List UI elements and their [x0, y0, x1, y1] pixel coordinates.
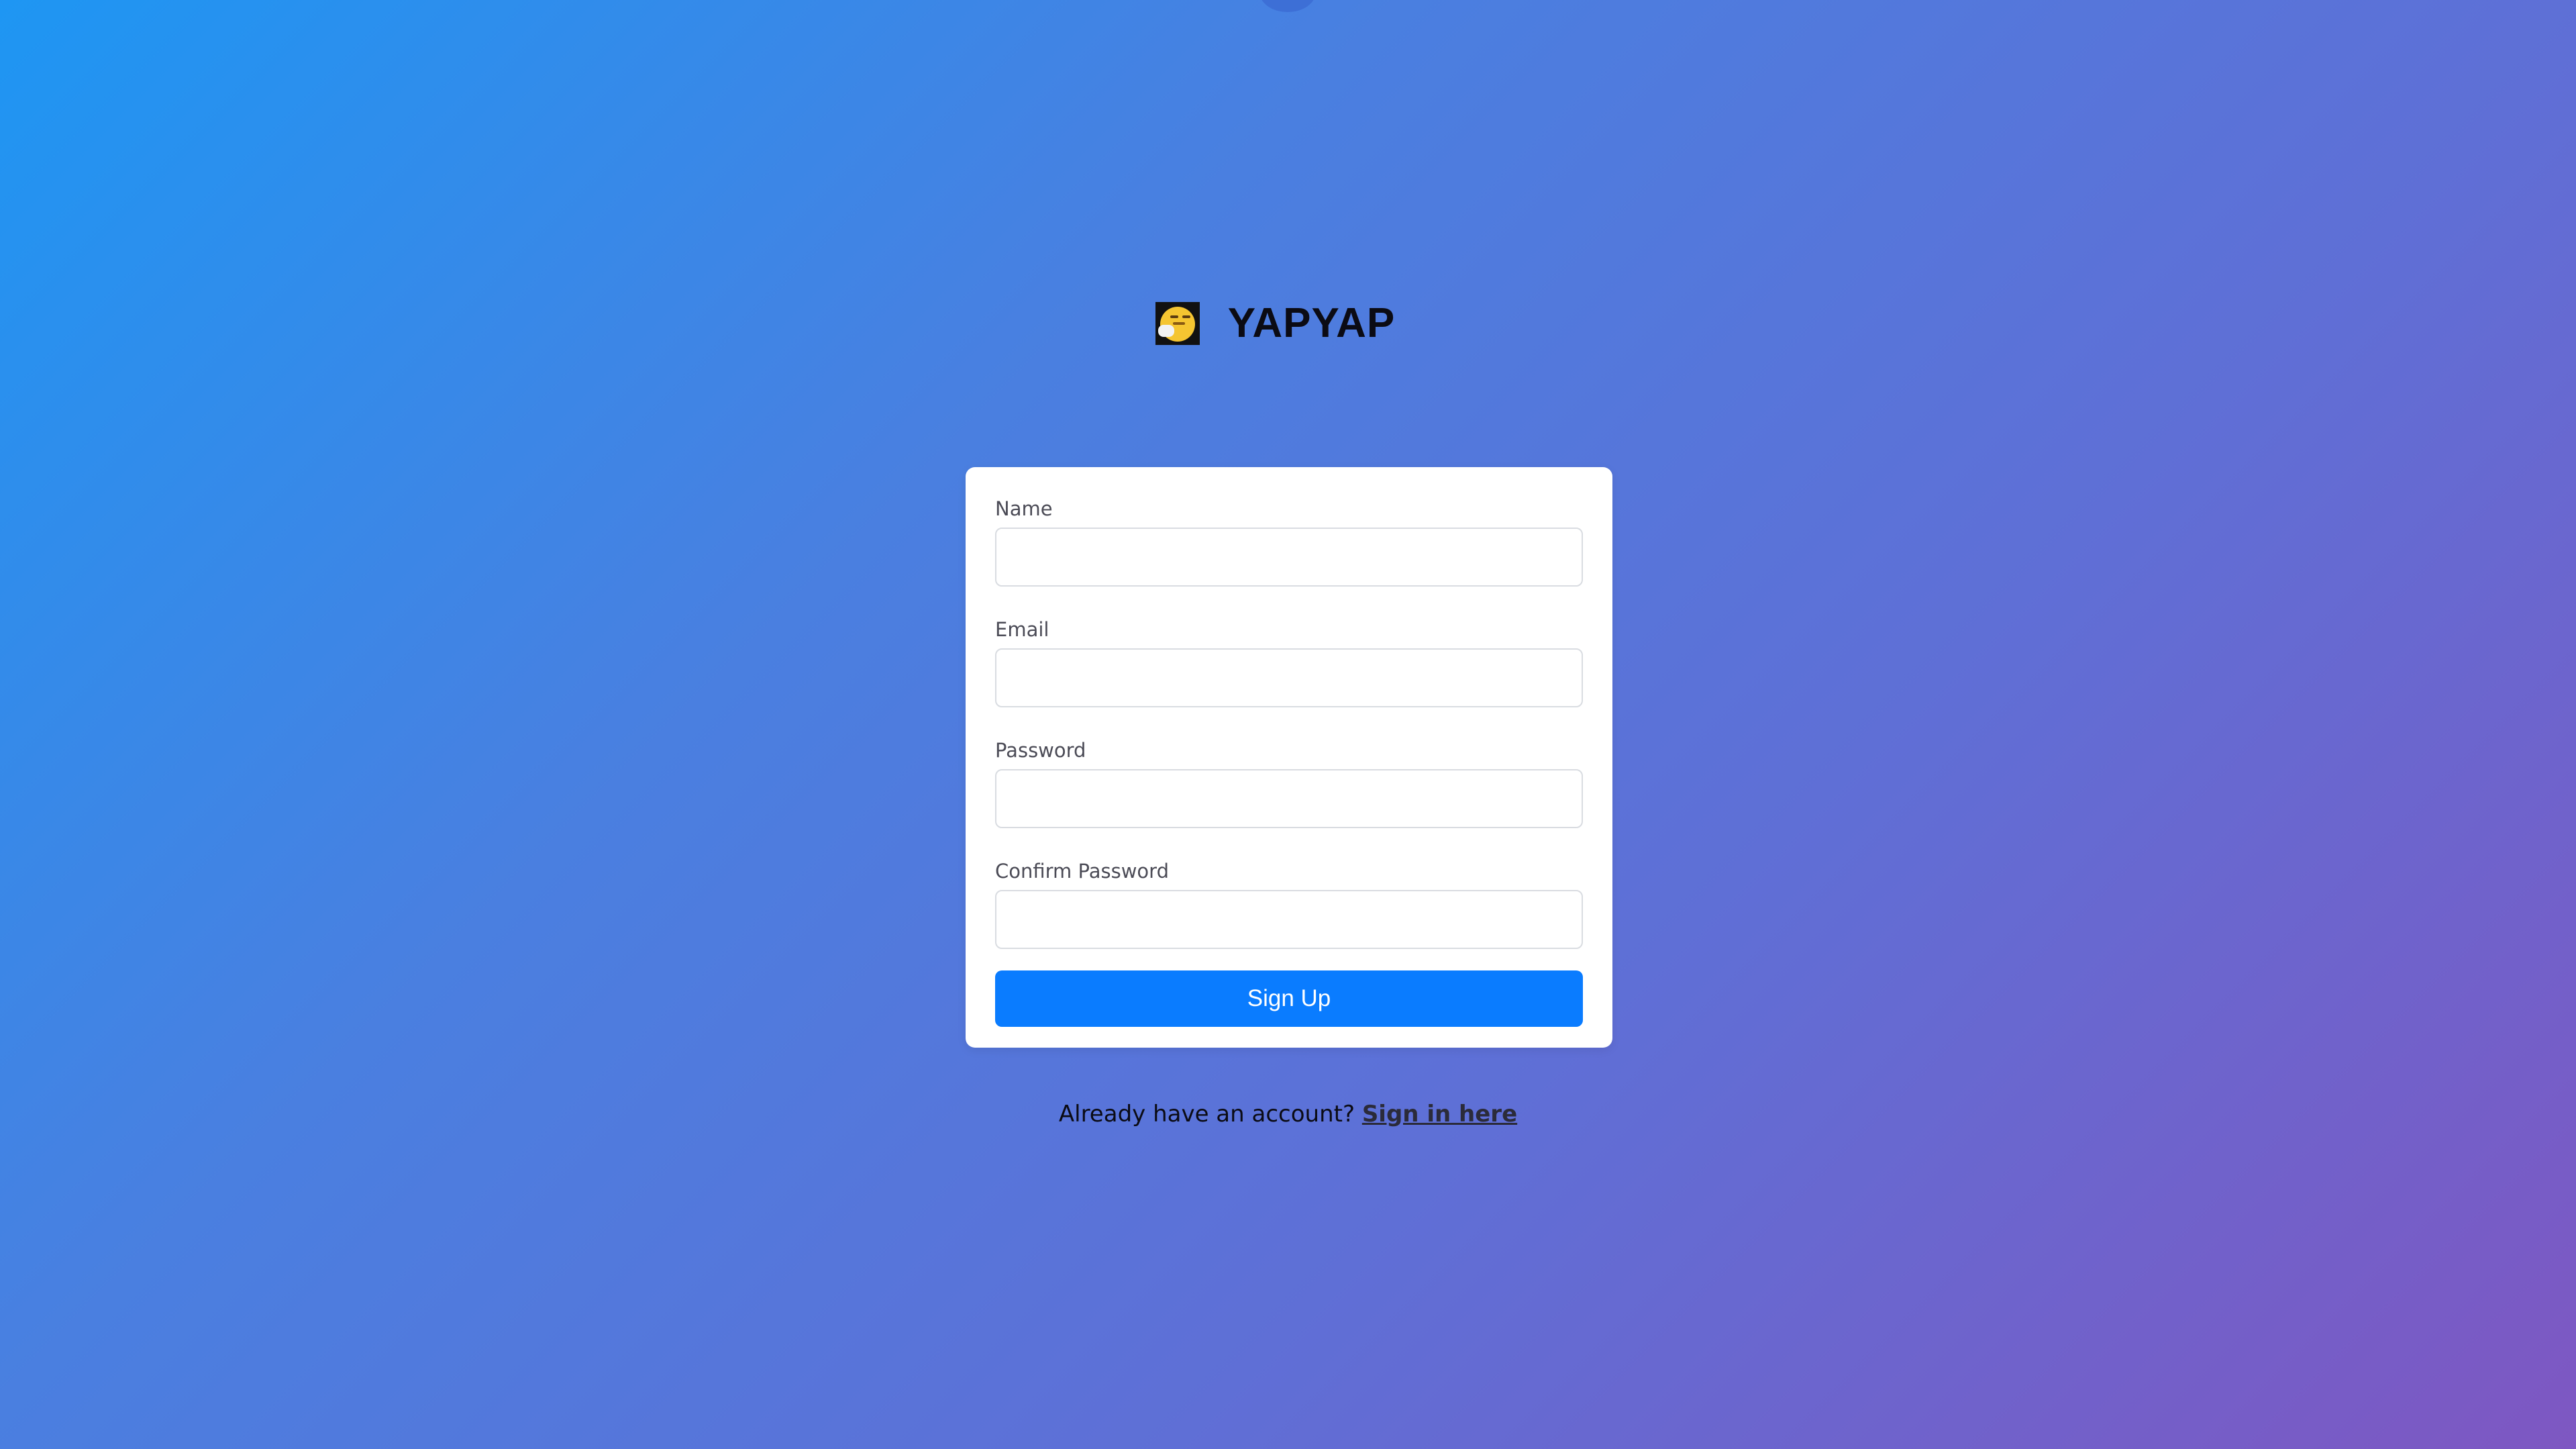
signin-prompt: Already have an account? Sign in here: [0, 1101, 2576, 1128]
confirm-password-label: Confirm Password: [995, 860, 1169, 883]
confirm-password-input[interactable]: [995, 890, 1583, 949]
signup-form-card: Name Email Password Confirm Password Sig…: [966, 467, 1612, 1048]
brand-header: YAPYAP: [0, 299, 2576, 347]
yawning-face-icon: [1155, 301, 1200, 345]
email-label: Email: [995, 618, 1049, 641]
name-input[interactable]: [995, 528, 1583, 587]
sign-in-link[interactable]: Sign in here: [1362, 1101, 1517, 1128]
email-input[interactable]: [995, 648, 1583, 707]
sign-up-button[interactable]: Sign Up: [995, 970, 1583, 1027]
app-title: YAPYAP: [1227, 300, 1396, 346]
password-label: Password: [995, 739, 1086, 762]
name-label: Name: [995, 497, 1053, 520]
password-input[interactable]: [995, 769, 1583, 828]
signin-prompt-text: Already have an account?: [1058, 1101, 1355, 1128]
top-decorative-dot: [1259, 0, 1316, 12]
